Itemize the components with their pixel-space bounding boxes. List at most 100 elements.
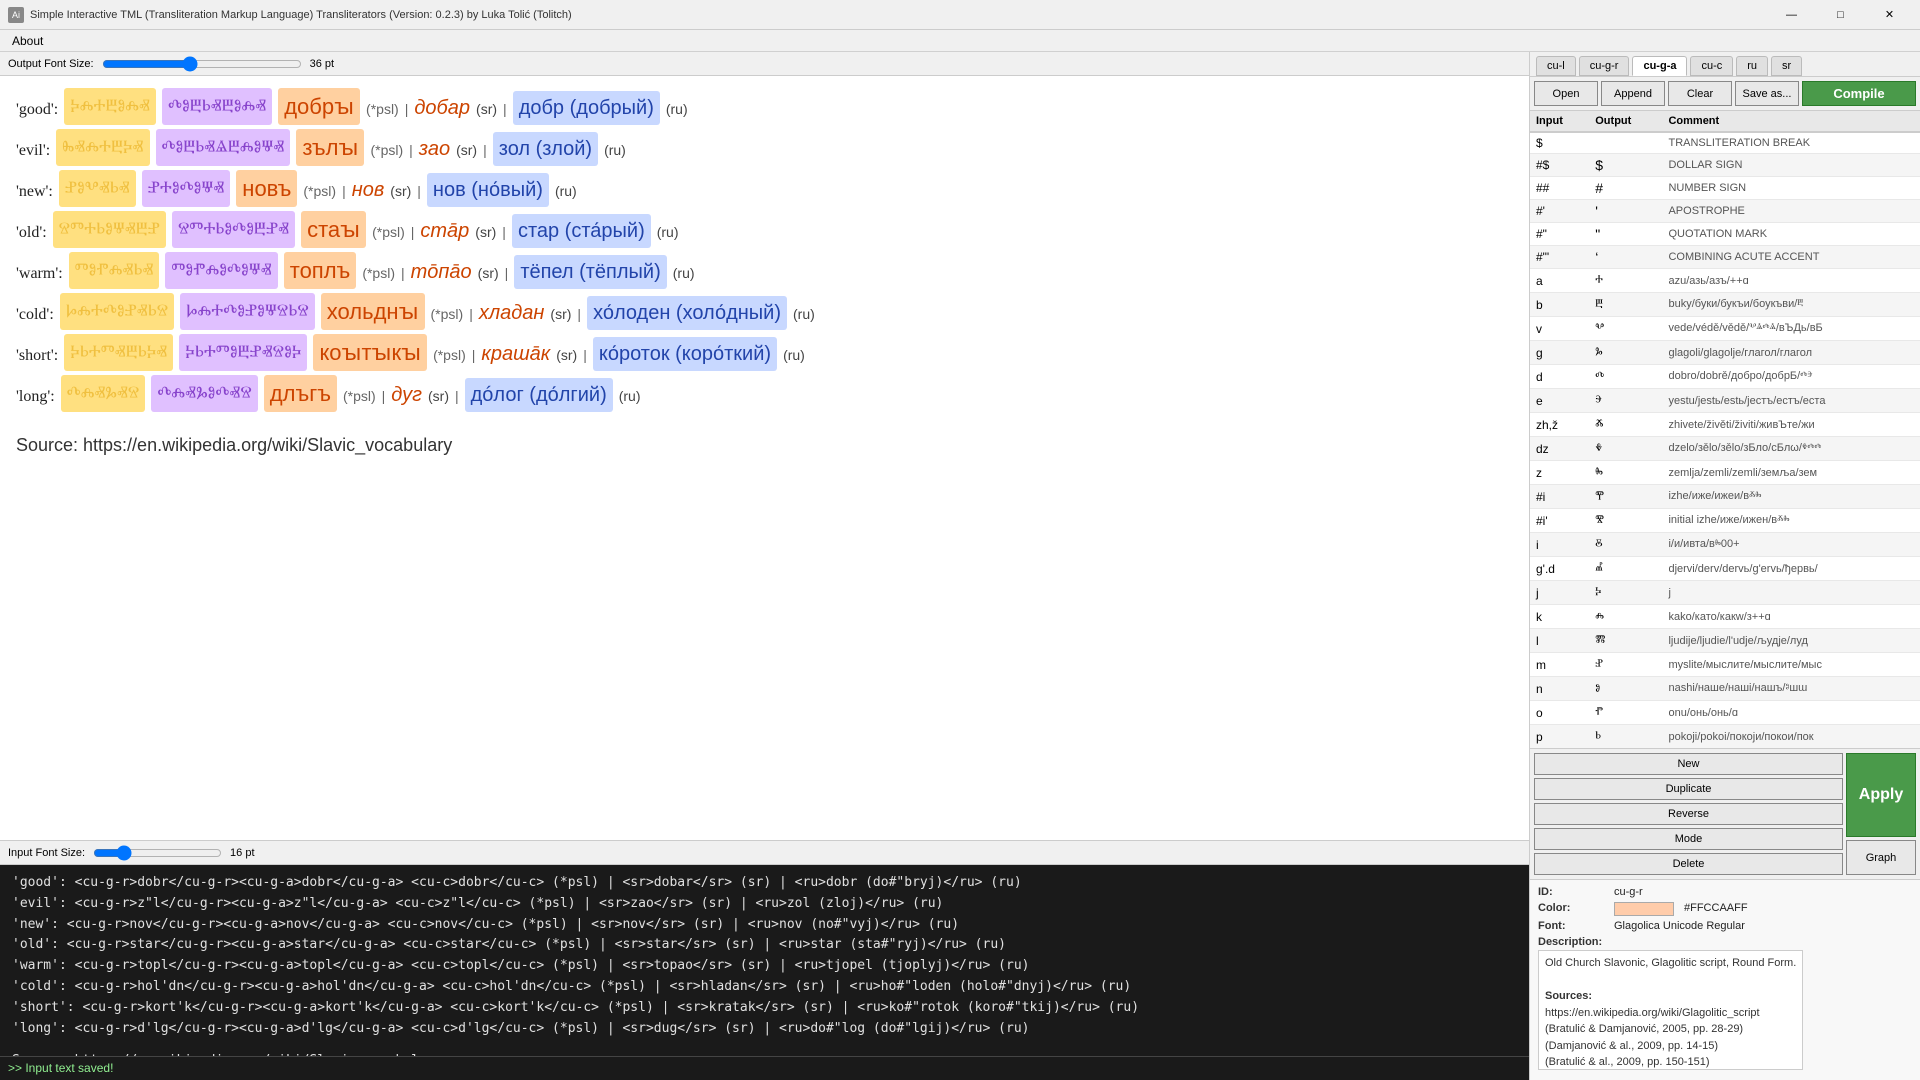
cell-input: ## [1530,177,1589,200]
reverse-button[interactable]: Reverse [1534,803,1843,825]
menubar: About [0,30,1920,52]
separator-2: | [502,222,506,243]
word-label: 'short': [16,344,58,368]
table-row[interactable]: ## # NUMBER SIGN [1530,177,1920,200]
tab-ru[interactable]: ru [1736,56,1768,76]
cell-input: #" [1530,223,1589,246]
word-row: 'evil': ⰸⱏⰾⰰⰱⰽⱏ ⰴⱁⰱⱃⱏⱑⰱⰾⱁⱋⱏ зълꙑ (*psl) … [16,129,1513,166]
clear-button[interactable]: Clear [1668,81,1732,106]
ru-word: тёпел (тёплый) [514,255,666,289]
id-value: cu-g-r [1614,886,1912,898]
tab-cu-g-r[interactable]: cu-g-r [1579,56,1630,76]
glagolitic-angular: ⰴⱁⰱⱃⱏⱑⰱⰾⱁⱋⱏ [156,129,291,166]
append-button[interactable]: Append [1601,81,1665,106]
table-row[interactable]: #i ⰹ izhe/иже/ижеи/вⰶⰸ [1530,485,1920,509]
tab-cu-l[interactable]: cu-l [1536,56,1576,76]
cell-comment: dzelo/зělo/зělo/зБло/сБлω/ⰷⰴⰴ [1662,437,1920,461]
input-line: 'cold': <cu-g-r>hol'dn</cu-g-r><cu-g-a>h… [12,977,1517,998]
word-row: 'short': ⰽⱃⰰⱅⱏⰱⱃⰽⱏ ⰽⱃⰰⱅⱁⰱⱀⱏⱄⱁⰽ коꙑтꙑкꙑ (… [16,334,1513,371]
tab-cu-c[interactable]: cu-c [1690,56,1733,76]
separator-2: | [455,386,459,407]
cell-output: ⰴ [1589,365,1662,389]
table-row[interactable]: l ⰿ ljudije/ljudie/l'udje/људје/луд [1530,629,1920,653]
open-button[interactable]: Open [1534,81,1598,106]
cell-output: ⰼ [1589,557,1662,581]
close-button[interactable]: ✕ [1867,0,1912,30]
glagolitic-angular: ⱈⰾⰰⰴⱁⱀⱁⱋⱄⱃⱄ [180,293,315,330]
cell-output: ⰶ [1589,413,1662,437]
table-row[interactable]: g'.d ⰼ djervi/derv/dervь/g'ervь/ђервь/ [1530,557,1920,581]
table-row[interactable]: #" " QUOTATION MARK [1530,223,1920,246]
table-row[interactable]: z ⰸ zemlja/zemli/zemli/земља/зем [1530,461,1920,485]
glagolitic-round: ⰽⱃⰰⱅⱏⰱⱃⰽⱏ [64,334,173,371]
cell-output: ⰺ [1589,509,1662,533]
separator-1: | [405,99,409,120]
ru-label: (ru) [793,304,815,325]
separator-1: | [409,140,413,161]
psl-label: (*psl) [370,140,403,161]
table-row[interactable]: o ⱂ onu/онь/онь/ɑ [1530,701,1920,725]
input-text-area[interactable]: 'good': <cu-g-r>dobr</cu-g-r><cu-g-a>dob… [0,865,1529,1056]
table-row[interactable]: d ⰴ dobro/dobrě/добро/добрБ/ⰴⰵ [1530,365,1920,389]
cell-comment: QUOTATION MARK [1662,223,1920,246]
output-area: 'good': ⰽⰾⰰⰱⱁⰾⱏ ⰴⱁⰱⱃⱏⰱⱁⰾⱏ добрꙑ (*psl) |… [0,76,1529,840]
table-row[interactable]: v ⰲ vede/védě/vědě/ⰲⱑⰴⱑ/вЪДь/вБ [1530,317,1920,341]
sr-label: (sr) [478,263,499,284]
table-row[interactable]: k ⰾ kako/като/какw/з++ɑ [1530,605,1920,629]
table-row[interactable]: i ⰻ i/и/ивта/вⰸ00+ [1530,533,1920,557]
table-row[interactable]: n ⱁ nashi/наше/наші/нашъ/ⱁшɯ [1530,677,1920,701]
mode-button[interactable]: Mode [1534,828,1843,850]
table-row[interactable]: #$ $ DOLLAR SIGN [1530,154,1920,177]
word-label: 'good': [16,98,58,122]
maximize-button[interactable]: □ [1818,0,1863,30]
new-button[interactable]: New [1534,753,1843,775]
table-row[interactable]: $ TRANSLITERATION BREAK [1530,132,1920,154]
ru-word: нов (но́вый) [427,173,549,207]
duplicate-button[interactable]: Duplicate [1534,778,1843,800]
output-font-size-slider[interactable] [102,58,302,70]
graph-button[interactable]: Graph [1846,840,1916,875]
sr-word: тōпāо [411,257,472,287]
cell-input: m [1530,653,1589,677]
about-menu[interactable]: About [4,32,51,50]
glagolitic-angular: ⱀⰰⱁⰴⱁⱋⱏ [142,170,231,207]
cell-input: #$ [1530,154,1589,177]
tab-cu-g-a[interactable]: cu-g-a [1632,56,1687,76]
input-font-size-slider[interactable] [93,845,222,861]
table-row[interactable]: dz ⰷ dzelo/зělo/зělo/зБло/сБлω/ⰷⰴⰴ [1530,437,1920,461]
old-cyrillic: стаꙑ [301,211,366,248]
sr-label: (sr) [390,181,411,202]
cell-output: ⰸ [1589,461,1662,485]
col-header-comment: Comment [1662,111,1920,132]
info-panel: ID: cu-g-r Color: #FFCCAAFF Font: Glagol… [1530,879,1920,1080]
cell-input: z [1530,461,1589,485]
cell-output: ⰹ [1589,485,1662,509]
table-row[interactable]: #"' ‘ COMBINING ACUTE ACCENT [1530,246,1920,269]
table-row[interactable]: #' ' APOSTROPHE [1530,200,1920,223]
font-value: Glagolica Unicode Regular [1614,920,1912,932]
table-row[interactable]: zh,ž ⰶ zhivete/živěti/živiti/живЪте/жи [1530,413,1920,437]
cell-comment: pokoji/pokoi/покоји/покои/пок [1662,725,1920,749]
save-as-button[interactable]: Save as... [1735,81,1799,106]
apply-button[interactable]: Apply [1846,753,1916,837]
table-row[interactable]: j ⰽ j [1530,581,1920,605]
table-row[interactable]: b ⰱ buky/буки/букъи/боукъви/ⰱ [1530,293,1920,317]
table-row[interactable]: p ⱃ pokoji/pokoi/покоји/покои/пок [1530,725,1920,749]
table-row[interactable]: m ⱀ myslite/мыслите/мыслите/мыс [1530,653,1920,677]
table-row[interactable]: a ⰰ azu/азь/азъ/++ɑ [1530,269,1920,293]
cell-input: v [1530,317,1589,341]
table-row[interactable]: e ⰵ yestu/jestь/estь/јестъ/естъ/еста [1530,389,1920,413]
table-row[interactable]: g ⰳ glagoli/glagolje/глагол/глагол [1530,341,1920,365]
color-label: Color: [1538,902,1608,914]
cell-input: dz [1530,437,1589,461]
compile-button[interactable]: Compile [1802,81,1916,106]
delete-button[interactable]: Delete [1534,853,1843,875]
separator-2: | [577,304,581,325]
tab-sr[interactable]: sr [1771,56,1802,76]
cell-output: ⰾ [1589,605,1662,629]
table-row[interactable]: #i' ⰺ initial izhe/иже/ижен/вⰶⰸ [1530,509,1920,533]
word-label: 'evil': [16,139,50,163]
sr-word: зао [419,134,450,164]
font-label: Font: [1538,920,1608,932]
minimize-button[interactable]: — [1769,0,1814,30]
